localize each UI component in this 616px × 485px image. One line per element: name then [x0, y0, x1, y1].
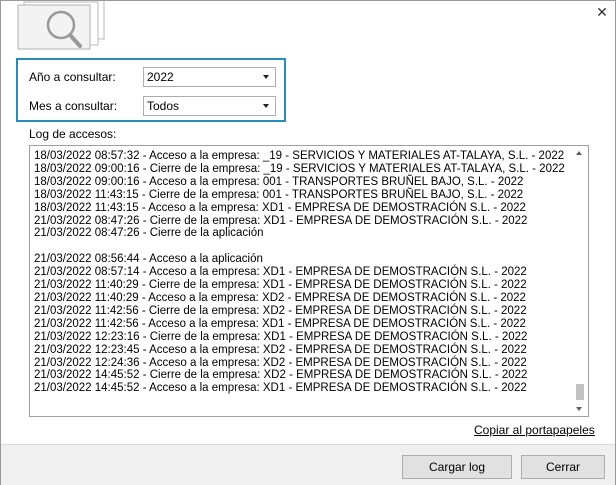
- year-select-value: 2022: [147, 70, 174, 84]
- scroll-down-icon[interactable]: [576, 407, 582, 411]
- documents-magnifier-icon: [16, 0, 108, 56]
- log-line: 21/03/2022 08:47:26 - Cierre de la aplic…: [34, 227, 264, 240]
- month-select[interactable]: Todos: [143, 96, 276, 116]
- chevron-down-icon: [263, 75, 269, 79]
- log-line: 21/03/2022 08:56:44 - Acceso a la aplica…: [34, 253, 263, 266]
- log-line: 21/03/2022 14:45:52 - Cierre de la empre…: [34, 369, 528, 382]
- log-lines: 18/03/2022 08:57:32 - Acceso a la empres…: [34, 150, 569, 395]
- vertical-scrollbar[interactable]: [571, 146, 588, 416]
- scroll-up-icon[interactable]: [576, 151, 582, 155]
- log-line: 21/03/2022 11:42:56 - Cierre de la empre…: [34, 304, 527, 317]
- log-line: 21/03/2022 11:42:56 - Acceso a la empres…: [34, 317, 526, 330]
- dialog-footer: Cargar log Cerrar: [1, 444, 615, 485]
- log-label: Log de accesos:: [29, 127, 117, 141]
- log-line: 18/03/2022 09:00:16 - Acceso a la empres…: [34, 175, 524, 188]
- log-line: 21/03/2022 14:45:52 - Acceso a la empres…: [34, 382, 527, 395]
- log-line: 21/03/2022 12:24:36 - Acceso a la empres…: [34, 356, 527, 369]
- log-line: 18/03/2022 08:57:32 - Acceso a la empres…: [34, 150, 565, 162]
- scrollbar-thumb[interactable]: [576, 384, 584, 400]
- chevron-down-icon: [263, 104, 269, 108]
- year-label: Año a consultar:: [29, 70, 116, 84]
- log-line: 18/03/2022 09:00:16 - Cierre de la empre…: [34, 162, 565, 175]
- log-line: 21/03/2022 08:47:26 - Cierre de la empre…: [34, 214, 528, 227]
- log-line: 18/03/2022 11:43:15 - Acceso a la empres…: [34, 201, 526, 214]
- log-textarea[interactable]: 18/03/2022 08:57:32 - Acceso a la empres…: [29, 145, 589, 417]
- load-log-button[interactable]: Cargar log: [402, 455, 512, 479]
- log-line: 21/03/2022 12:23:45 - Acceso a la empres…: [34, 343, 527, 356]
- close-button[interactable]: Cerrar: [521, 455, 605, 479]
- year-select[interactable]: 2022: [143, 67, 276, 87]
- log-line: 21/03/2022 11:40:29 - Acceso a la empres…: [34, 291, 526, 304]
- log-line: 18/03/2022 11:43:15 - Cierre de la empre…: [34, 188, 524, 201]
- month-label: Mes a consultar:: [29, 99, 118, 113]
- close-icon[interactable]: ✕: [595, 5, 609, 19]
- month-select-value: Todos: [147, 99, 180, 113]
- dialog-window: ✕ Año a consultar: 2022 Mes a consultar:…: [0, 0, 616, 485]
- log-line: 21/03/2022 11:40:29 - Cierre de la empre…: [34, 279, 527, 292]
- copy-to-clipboard-link[interactable]: Copiar al portapapeles: [474, 423, 595, 437]
- log-line: 21/03/2022 08:57:14 - Acceso a la empres…: [34, 266, 527, 279]
- log-line: 21/03/2022 12:23:16 - Cierre de la empre…: [34, 330, 528, 343]
